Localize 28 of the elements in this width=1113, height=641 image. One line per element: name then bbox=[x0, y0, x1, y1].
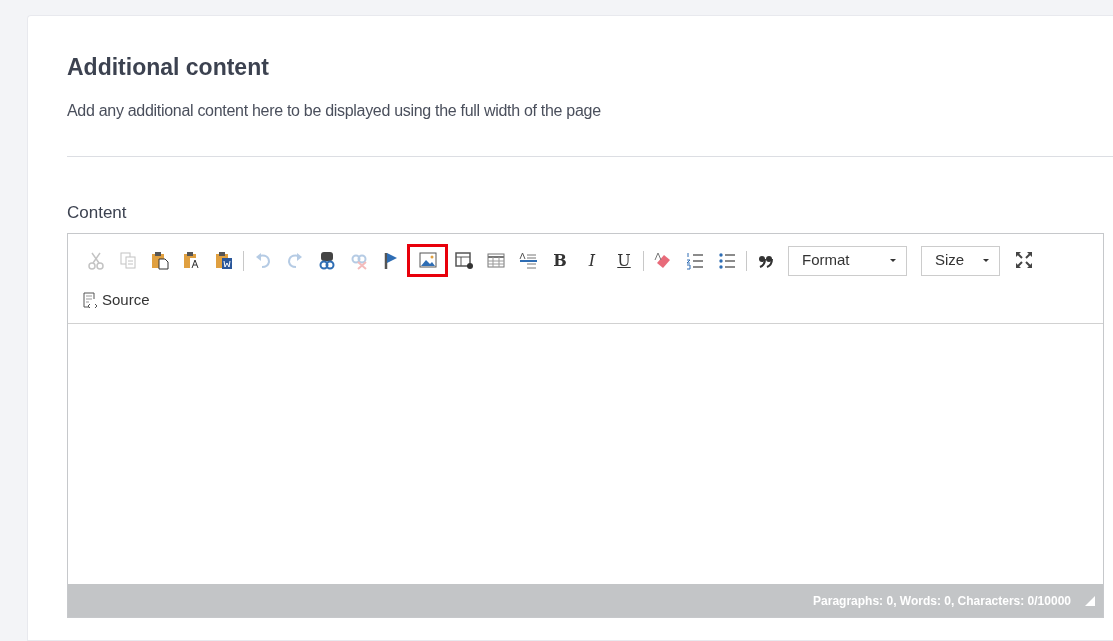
resize-handle-icon[interactable] bbox=[1085, 595, 1095, 606]
bulleted-list-icon bbox=[718, 251, 736, 271]
italic-button[interactable]: I bbox=[576, 245, 608, 277]
maximize-icon bbox=[1015, 251, 1033, 271]
section-description: Add any additional content here to be displayed using the full width of the page bbox=[67, 100, 602, 121]
source-button[interactable]: Source bbox=[80, 285, 150, 317]
clipboard-icon bbox=[151, 251, 169, 271]
underline-button[interactable]: U bbox=[608, 245, 640, 277]
table-icon bbox=[487, 251, 505, 271]
eraser-icon bbox=[654, 251, 672, 271]
section-title: Additional content bbox=[67, 54, 270, 82]
layout-icon bbox=[455, 251, 473, 271]
horizontal-line-icon bbox=[519, 251, 537, 271]
source-code-icon bbox=[80, 291, 98, 311]
bold-button[interactable]: B bbox=[544, 245, 576, 277]
dropdown[interactable]: Format bbox=[788, 245, 907, 276]
undo-icon bbox=[254, 251, 272, 271]
dropdown[interactable]: Size bbox=[921, 245, 1000, 276]
link-icon bbox=[318, 251, 336, 271]
scissors-icon bbox=[87, 251, 105, 271]
word-count: Paragraphs: 0, Words: 0, Characters: 0/10000 bbox=[813, 592, 1071, 610]
clipboard-text-icon bbox=[183, 251, 201, 271]
image-icon bbox=[418, 251, 437, 271]
clipboard-document-icon bbox=[215, 251, 233, 271]
numbered-list-icon bbox=[686, 251, 704, 271]
redo-icon bbox=[286, 251, 304, 271]
field-label: Content bbox=[67, 201, 128, 224]
copy-icon bbox=[119, 251, 137, 271]
